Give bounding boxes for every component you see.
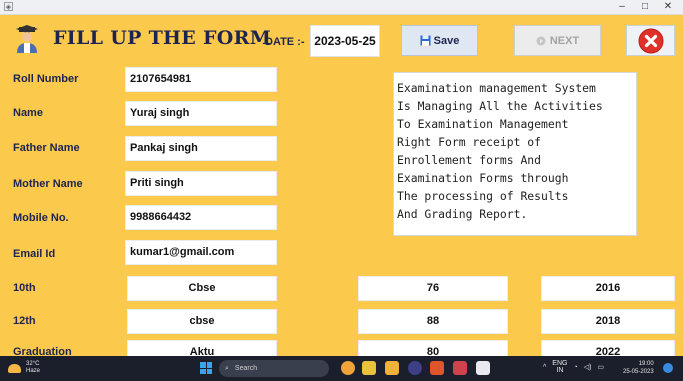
save-button[interactable]: Save — [401, 25, 478, 56]
volume-icon: ◁) — [583, 364, 592, 371]
education-label-10th: 10th — [13, 282, 36, 294]
student-avatar-icon — [16, 25, 38, 53]
taskbar: 32°C Haze ⌕ Search ^ ENG IN ◔ ◁) ▭ 19:00… — [0, 356, 683, 381]
next-button[interactable]: NEXT — [514, 25, 601, 56]
weather-haze-icon — [8, 363, 21, 373]
app-icon-2[interactable] — [362, 361, 376, 375]
floppy-disk-icon — [420, 35, 431, 46]
maximize-button[interactable]: □ — [634, 0, 656, 14]
search-placeholder: Search — [234, 365, 258, 372]
page-title: FILL UP THE FORM — [53, 27, 272, 49]
mother-name-field[interactable]: Priti singh — [125, 171, 277, 196]
mobile-label: Mobile No. — [13, 212, 69, 224]
email-field[interactable]: kumar1@gmail.com — [125, 240, 277, 265]
year-10th-field[interactable]: 2016 — [541, 276, 675, 301]
java-app-icon[interactable] — [476, 361, 490, 375]
close-circle-icon — [638, 28, 663, 53]
date-label: DATE :- — [265, 36, 305, 48]
marks-12th-field[interactable]: 88 — [358, 309, 508, 334]
weather-text: Haze — [26, 368, 41, 374]
region-text: IN — [556, 367, 564, 374]
about-textarea[interactable]: Examination management System Is Managin… — [393, 72, 637, 236]
search-icon: ⌕ — [225, 364, 229, 372]
name-field[interactable]: Yuraj singh — [125, 101, 277, 126]
date-field[interactable]: 2023-05-25 — [310, 25, 380, 57]
mobile-field[interactable]: 9988664432 — [125, 205, 277, 230]
minimize-button[interactable]: – — [611, 0, 633, 14]
app-icon: ◈ — [4, 2, 13, 11]
file-explorer-icon[interactable] — [385, 361, 399, 375]
save-label: Save — [433, 34, 460, 47]
system-tray[interactable]: ^ ENG IN ◔ ◁) ▭ — [543, 360, 604, 374]
name-label: Name — [13, 107, 43, 119]
board-12th-field[interactable]: cbse — [127, 309, 277, 334]
temperature-text: 32°C — [26, 361, 40, 367]
app-icon-1[interactable] — [341, 361, 355, 375]
battery-icon: ▭ — [597, 364, 605, 371]
date-text: 25-05-2023 — [623, 369, 654, 375]
email-label: Email Id — [13, 248, 56, 260]
window-close-button[interactable]: ✕ — [657, 0, 679, 14]
close-form-button[interactable] — [626, 25, 675, 56]
father-name-field[interactable]: Pankaj singh — [125, 136, 277, 161]
time-text: 19:00 — [638, 361, 654, 367]
father-name-label: Father Name — [13, 142, 80, 154]
app-icon-6[interactable] — [453, 361, 467, 375]
education-label-12th: 12th — [13, 315, 36, 327]
media-player-icon[interactable] — [408, 361, 422, 375]
chevron-up-icon: ^ — [543, 363, 547, 371]
marks-10th-field[interactable]: 76 — [358, 276, 508, 301]
next-label: NEXT — [549, 34, 580, 47]
wifi-icon: ◔ — [573, 363, 578, 371]
roll-number-label: Roll Number — [13, 73, 79, 85]
year-12th-field[interactable]: 2018 — [541, 309, 675, 334]
board-10th-field[interactable]: Cbse — [127, 276, 277, 301]
mother-name-label: Mother Name — [13, 178, 83, 190]
window-titlebar: ◈ – □ ✕ — [0, 0, 683, 15]
next-circle-icon — [536, 36, 546, 45]
taskbar-clock[interactable]: 19:00 25-05-2023 — [623, 360, 654, 376]
windows-start-icon[interactable] — [200, 362, 212, 374]
form-window: FILL UP THE FORM DATE :- 2023-05-25 Save… — [0, 15, 683, 365]
notification-icon[interactable] — [663, 363, 673, 373]
weather-widget[interactable]: 32°C Haze — [8, 361, 40, 375]
language-text: ENG — [552, 360, 568, 367]
roll-number-field[interactable]: 2107654981 — [125, 67, 277, 92]
app-icon-5[interactable] — [430, 361, 444, 375]
taskbar-search[interactable]: ⌕ Search — [219, 360, 329, 377]
